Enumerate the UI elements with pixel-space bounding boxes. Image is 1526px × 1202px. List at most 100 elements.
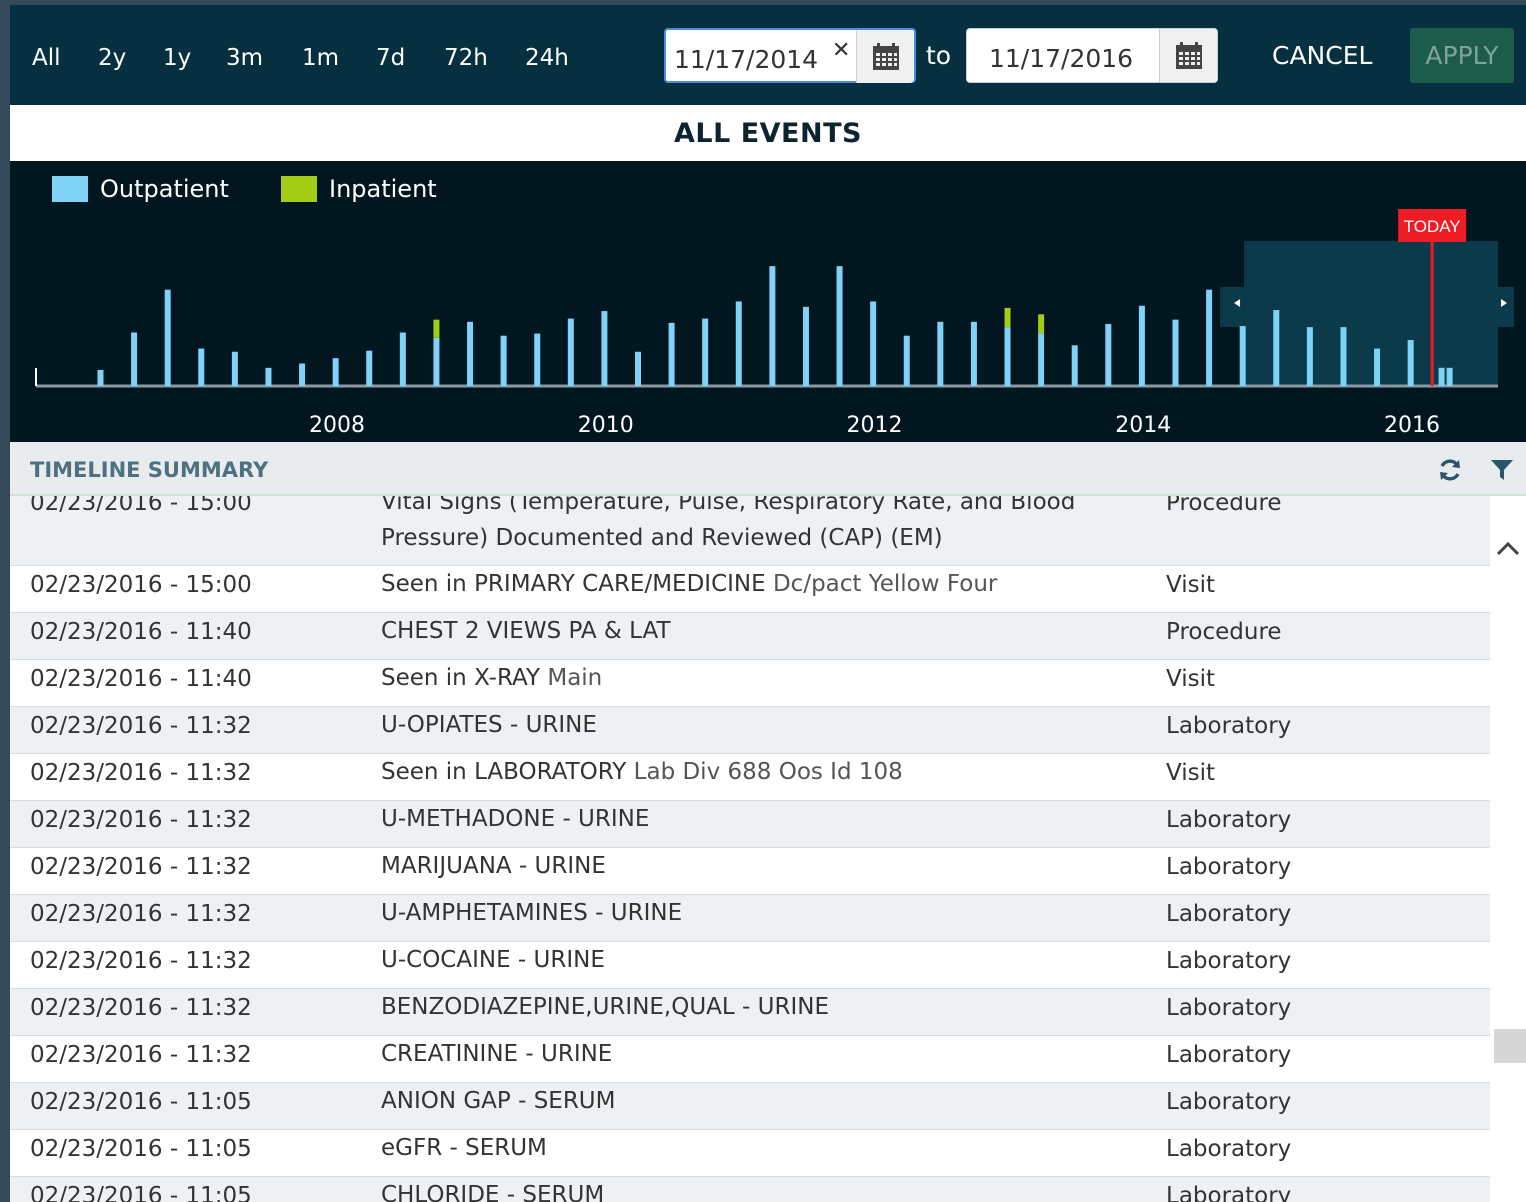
filter-icon[interactable] xyxy=(1488,456,1516,484)
table-row[interactable]: 02/23/2016 - 15:00 Vital Signs (Temperatu… xyxy=(10,496,1490,566)
row-date: 02/23/2016 - 11:05 xyxy=(30,1089,252,1115)
outpatient-bar xyxy=(164,289,171,386)
timeline-summary-list: 02/23/2016 - 15:00 Vital Signs (Temperatu… xyxy=(10,496,1490,1202)
refresh-icon[interactable] xyxy=(1436,456,1464,484)
timeline-summary-title: TIMELINE SUMMARY xyxy=(30,458,269,482)
outpatient-bar xyxy=(870,301,877,386)
row-type: Visit xyxy=(1166,760,1216,786)
from-date-field[interactable]: 11/17/2014 ✕ xyxy=(664,28,916,83)
range-7d-button[interactable]: 7d xyxy=(376,45,405,71)
row-type: Laboratory xyxy=(1166,1136,1292,1162)
x-tick-label: 2014 xyxy=(1115,413,1171,438)
row-description: CHLORIDE - SERUM xyxy=(381,1177,1151,1202)
row-description-text: Seen in PRIMARY CARE/MEDICINE xyxy=(381,571,766,597)
row-description-text: CHEST 2 VIEWS PA & LAT xyxy=(381,618,671,644)
timeline-app: All 2y 1y 3m 1m 7d 72h 24h 11/17/2014 ✕ xyxy=(10,5,1526,1202)
calendar-icon[interactable] xyxy=(1159,29,1217,82)
row-type: Visit xyxy=(1166,666,1216,692)
range-72h-button[interactable]: 72h xyxy=(444,45,488,71)
today-label: TODAY xyxy=(1404,217,1461,236)
row-type: Laboratory xyxy=(1166,1042,1292,1068)
row-description: ANION GAP - SERUM xyxy=(381,1083,1151,1119)
apply-button[interactable]: APPLY xyxy=(1410,28,1514,83)
row-description: Seen in X-RAY Main xyxy=(381,660,1151,696)
to-date-field[interactable]: 11/17/2016 xyxy=(966,28,1218,83)
row-date: 02/23/2016 - 11:40 xyxy=(30,619,252,645)
close-icon[interactable]: ✕ xyxy=(832,38,850,63)
table-row[interactable]: 02/23/2016 - 11:05 CHLORIDE - SERUM Labora… xyxy=(10,1177,1490,1202)
table-row[interactable]: 02/23/2016 - 11:05 eGFR - SERUM Laboratory xyxy=(10,1130,1490,1177)
table-row[interactable]: 02/23/2016 - 15:00 Seen in PRIMARY CARE/M… xyxy=(10,566,1490,613)
row-type: Laboratory xyxy=(1166,948,1292,974)
table-row[interactable]: 02/23/2016 - 11:40 CHEST 2 VIEWS PA & LAT… xyxy=(10,613,1490,660)
row-description: BENZODIAZEPINE,URINE,QUAL - URINE xyxy=(381,989,1151,1025)
row-description: U-AMPHETAMINES - URINE xyxy=(381,895,1151,931)
events-bar-chart[interactable]: TODAY 2008 2010 2012 2014 2016 xyxy=(10,161,1526,442)
row-description-text: Seen in X-RAY xyxy=(381,665,541,691)
row-description-text: CREATININE - URINE xyxy=(381,1041,613,1067)
row-description-text: U-METHADONE - URINE xyxy=(381,806,650,832)
outpatient-bar xyxy=(836,266,843,386)
outpatient-bar xyxy=(534,333,541,386)
list-scrollbar[interactable] xyxy=(1490,496,1526,1202)
outpatient-bar xyxy=(131,332,138,386)
table-row[interactable]: 02/23/2016 - 11:32 Seen in LABORATORY Lab… xyxy=(10,754,1490,801)
row-date: 02/23/2016 - 11:05 xyxy=(30,1183,252,1202)
cancel-button[interactable]: CANCEL xyxy=(1272,41,1372,70)
row-type: Procedure xyxy=(1166,496,1282,516)
outpatient-bar xyxy=(1446,367,1453,386)
outpatient-bar xyxy=(1306,327,1313,386)
row-description: Seen in LABORATORY Lab Div 688 Oos Id 10… xyxy=(381,754,1151,790)
table-row[interactable]: 02/23/2016 - 11:32 U-COCAINE - URINE Labor… xyxy=(10,942,1490,989)
row-description: Vital Signs (Temperature, Pulse, Respira… xyxy=(381,496,1151,556)
chevron-up-icon[interactable] xyxy=(1494,536,1522,564)
outpatient-bar xyxy=(231,351,238,386)
row-description-text: MARIJUANA - URINE xyxy=(381,853,606,879)
row-description-text: Vital Signs (Temperature, Pulse, Respira… xyxy=(381,496,1076,551)
to-label: to xyxy=(926,41,952,70)
row-date: 02/23/2016 - 11:32 xyxy=(30,713,252,739)
row-description: eGFR - SERUM xyxy=(381,1130,1151,1166)
row-description-text: BENZODIAZEPINE,URINE,QUAL - URINE xyxy=(381,994,829,1020)
timeline-summary-header: TIMELINE SUMMARY xyxy=(10,442,1526,496)
outpatient-bar xyxy=(1438,367,1445,386)
range-1m-button[interactable]: 1m xyxy=(302,45,339,71)
row-date: 02/23/2016 - 15:00 xyxy=(30,572,252,598)
row-type: Laboratory xyxy=(1166,995,1292,1021)
outpatient-bar xyxy=(1138,305,1145,386)
outpatient-bar xyxy=(198,348,205,386)
row-description-text: U-AMPHETAMINES - URINE xyxy=(381,900,683,926)
table-row[interactable]: 02/23/2016 - 11:32 MARIJUANA - URINE Labor… xyxy=(10,848,1490,895)
table-row[interactable]: 02/23/2016 - 11:32 U-METHADONE - URINE Lab… xyxy=(10,801,1490,848)
outpatient-bar xyxy=(668,322,675,386)
table-row[interactable]: 02/23/2016 - 11:32 BENZODIAZEPINE,URINE,Q… xyxy=(10,989,1490,1036)
table-row[interactable]: 02/23/2016 - 11:32 U-OPIATES - URINE Labor… xyxy=(10,707,1490,754)
table-row[interactable]: 02/23/2016 - 11:32 U-AMPHETAMINES - URINE… xyxy=(10,895,1490,942)
scrollbar-thumb[interactable] xyxy=(1494,1029,1526,1063)
range-1y-button[interactable]: 1y xyxy=(163,45,191,71)
row-description: U-COCAINE - URINE xyxy=(381,942,1151,978)
range-2y-button[interactable]: 2y xyxy=(98,45,126,71)
table-row[interactable]: 02/23/2016 - 11:32 CREATININE - URINE Labo… xyxy=(10,1036,1490,1083)
page-title: ALL EVENTS xyxy=(674,117,862,149)
row-description-detail: Lab Div 688 Oos Id 108 xyxy=(633,759,903,785)
row-date: 02/23/2016 - 11:40 xyxy=(30,666,252,692)
range-all-button[interactable]: All xyxy=(32,45,61,71)
row-description: MARIJUANA - URINE xyxy=(381,848,1151,884)
calendar-icon[interactable] xyxy=(856,30,914,83)
outpatient-bar xyxy=(265,367,272,386)
from-date-value: 11/17/2014 xyxy=(674,45,819,74)
row-date: 02/23/2016 - 11:05 xyxy=(30,1136,252,1162)
outpatient-bar xyxy=(970,321,977,386)
table-row[interactable]: 02/23/2016 - 11:40 Seen in X-RAY Main Visi… xyxy=(10,660,1490,707)
outpatient-bar xyxy=(433,337,440,386)
outpatient-bar xyxy=(467,321,474,386)
x-tick-label: 2016 xyxy=(1384,413,1440,438)
row-date: 02/23/2016 - 11:32 xyxy=(30,854,252,880)
range-24h-button[interactable]: 24h xyxy=(525,45,569,71)
range-3m-button[interactable]: 3m xyxy=(226,45,263,71)
outpatient-bar xyxy=(735,301,742,386)
row-date: 02/23/2016 - 11:32 xyxy=(30,995,252,1021)
table-row[interactable]: 02/23/2016 - 11:05 ANION GAP - SERUM Labor… xyxy=(10,1083,1490,1130)
x-tick-label: 2012 xyxy=(847,413,903,438)
